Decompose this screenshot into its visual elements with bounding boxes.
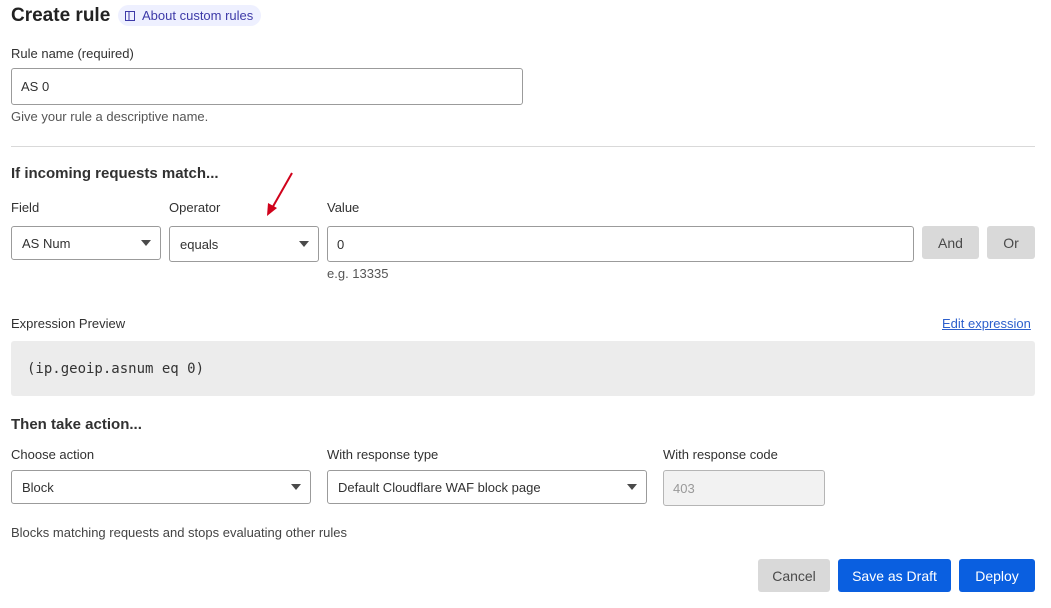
rule-name-input[interactable]: AS 0 xyxy=(11,68,523,105)
action-heading: Then take action... xyxy=(11,416,142,433)
chevron-down-icon xyxy=(627,484,637,490)
response-code-value: 403 xyxy=(673,480,695,496)
expression-preview: (ip.geoip.asnum eq 0) xyxy=(11,341,1035,396)
deploy-button[interactable]: Deploy xyxy=(959,559,1035,592)
expression-preview-label: Expression Preview xyxy=(11,316,126,331)
book-icon xyxy=(125,10,135,21)
page-title: Create rule xyxy=(11,5,111,26)
rule-name-value: AS 0 xyxy=(21,79,50,94)
field-select[interactable]: AS Num xyxy=(11,226,161,260)
chevron-down-icon xyxy=(291,484,301,490)
divider xyxy=(11,146,1035,147)
operator-select[interactable]: equals xyxy=(169,226,319,262)
response-type-select[interactable]: Default Cloudflare WAF block page xyxy=(327,470,647,504)
chevron-down-icon xyxy=(299,241,309,247)
choose-action-value: Block xyxy=(22,479,54,495)
about-custom-rules-link[interactable]: About custom rules xyxy=(118,5,262,26)
chevron-down-icon xyxy=(141,240,151,246)
value-label: Value xyxy=(327,200,360,215)
rule-name-help: Give your rule a descriptive name. xyxy=(11,109,209,124)
field-select-value: AS Num xyxy=(22,235,71,251)
response-code-input: 403 xyxy=(663,470,825,506)
and-button[interactable]: And xyxy=(922,226,979,259)
field-label: Field xyxy=(11,200,40,215)
expression-code: (ip.geoip.asnum eq 0) xyxy=(27,360,205,377)
choose-action-label: Choose action xyxy=(11,447,95,462)
value-input[interactable]: 0 xyxy=(327,226,914,262)
value-input-value: 0 xyxy=(337,236,345,252)
cancel-button[interactable]: Cancel xyxy=(758,559,830,592)
red-arrow-icon xyxy=(267,172,293,216)
rule-name-label: Rule name (required) xyxy=(11,46,134,61)
response-type-value: Default Cloudflare WAF block page xyxy=(338,479,541,495)
action-description: Blocks matching requests and stops evalu… xyxy=(11,525,348,540)
choose-action-select[interactable]: Block xyxy=(11,470,311,504)
response-type-label: With response type xyxy=(327,447,439,462)
match-heading: If incoming requests match... xyxy=(11,165,219,182)
operator-label: Operator xyxy=(169,200,221,215)
save-as-draft-button[interactable]: Save as Draft xyxy=(838,559,951,592)
operator-select-value: equals xyxy=(180,236,219,252)
value-hint: e.g. 13335 xyxy=(327,266,389,281)
about-link-label: About custom rules xyxy=(142,8,254,23)
response-code-label: With response code xyxy=(663,447,778,462)
edit-expression-link[interactable]: Edit expression xyxy=(942,316,1031,331)
or-button[interactable]: Or xyxy=(987,226,1035,259)
